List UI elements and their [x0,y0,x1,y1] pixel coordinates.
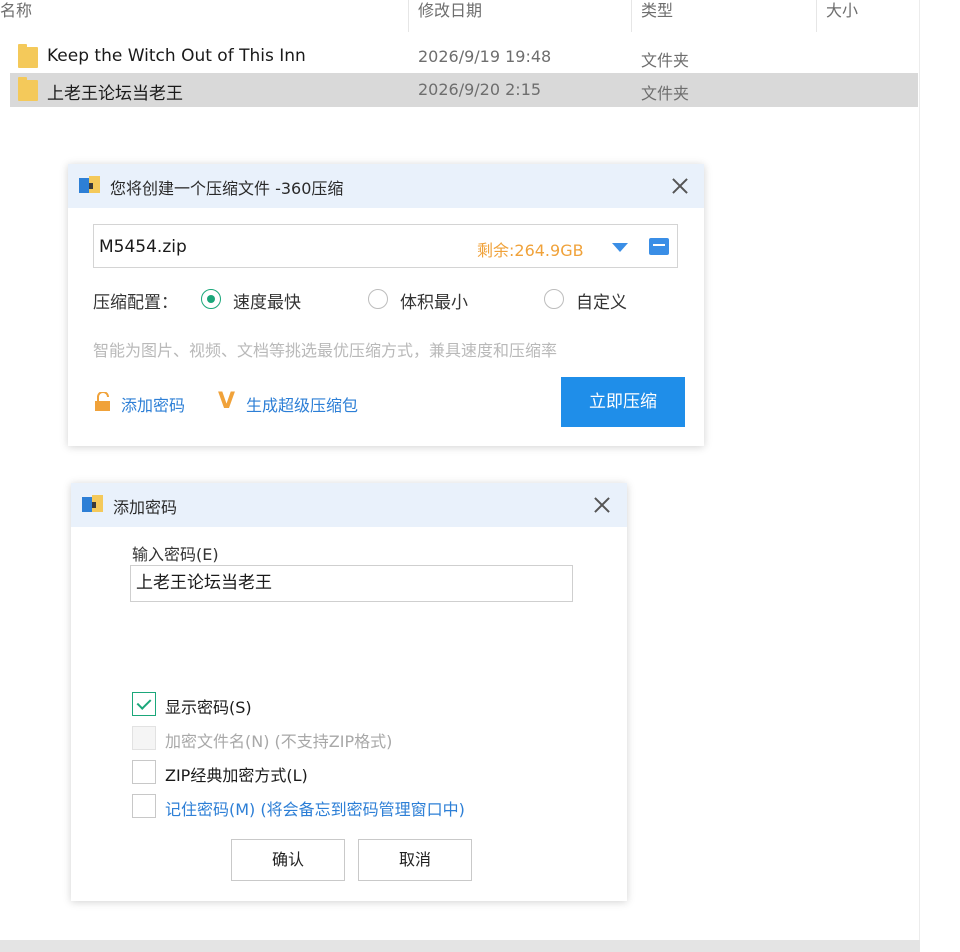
compress-config-label: 压缩配置： [93,293,178,313]
dialog-title: 添加密码 [113,498,178,517]
dropdown-arrow-icon[interactable] [612,243,628,252]
column-divider[interactable] [408,0,409,32]
lock-icon [95,392,110,411]
folder-icon [18,77,38,101]
radio-label: 速度最快 [233,293,301,313]
archive-filename[interactable]: M5454.zip [99,237,187,257]
super-package-label: 生成超级压缩包 [246,396,359,415]
checkbox-label: 记住密码(M) (将会备忘到密码管理窗口中) [165,800,465,819]
column-headers: 名称 修改日期 类型 大小 [0,0,920,32]
file-type: 文件夹 [641,84,690,103]
file-row[interactable]: Keep the Witch Out of This Inn 2026/9/19… [10,40,918,74]
file-modified: 2026/9/19 19:48 [418,47,552,66]
radio-button-selected[interactable] [201,289,221,309]
column-header-modified[interactable]: 修改日期 [418,0,482,22]
column-header-type[interactable]: 类型 [641,0,673,22]
checkmark-icon[interactable] [132,692,156,716]
add-password-label: 添加密码 [121,396,186,415]
radio-button[interactable] [368,289,388,309]
checkbox-box[interactable] [132,794,156,818]
file-name: Keep the Witch Out of This Inn [47,46,306,66]
file-type: 文件夹 [641,51,690,70]
file-row-selected[interactable]: 上老王论坛当老王 2026/9/20 2:15 文件夹 [10,73,918,107]
column-divider[interactable] [631,0,632,32]
checkbox-label: 显示密码(S) [165,698,252,717]
radio-label: 自定义 [576,293,627,313]
compress-dialog: 您将创建一个压缩文件 -360压缩 M5454.zip 剩余:264.9GB 压… [68,164,704,446]
dialog-title: 您将创建一个压缩文件 -360压缩 [110,179,344,198]
compress-now-button[interactable]: 立即压缩 [561,377,685,427]
archive-app-icon [82,495,103,512]
radio-label: 体积最小 [400,293,468,313]
horizontal-scrollbar[interactable] [0,940,920,952]
column-header-name[interactable]: 名称 [0,0,32,22]
dialog-title-bar[interactable]: 您将创建一个压缩文件 -360压缩 [68,164,704,208]
password-input[interactable]: 上老王论坛当老王 [130,565,573,602]
folder-icon [18,44,38,68]
checkbox-box-disabled [132,726,156,750]
file-name: 上老王论坛当老王 [47,84,183,104]
dialog-title-bar[interactable]: 添加密码 [71,483,627,527]
close-icon[interactable] [587,490,617,520]
browse-folder-icon[interactable] [649,238,669,255]
free-space-label: 剩余:264.9GB [477,241,584,260]
radio-button[interactable] [544,289,564,309]
vip-v-icon: V [218,389,236,414]
checkbox-label: 加密文件名(N) (不支持ZIP格式) [165,732,393,751]
checkbox-label: ZIP经典加密方式(L) [165,766,308,785]
password-input-label: 输入密码(E) [132,545,219,564]
pane-border [919,0,920,940]
cancel-button[interactable]: 取消 [358,839,472,881]
column-divider[interactable] [816,0,817,32]
file-modified: 2026/9/20 2:15 [418,80,542,99]
checkbox-box[interactable] [132,760,156,784]
confirm-button[interactable]: 确认 [231,839,345,881]
compress-hint: 智能为图片、视频、文档等挑选最优压缩方式，兼具速度和压缩率 [93,341,558,360]
archive-path-field[interactable]: M5454.zip 剩余:264.9GB [93,224,678,268]
close-icon[interactable] [665,171,695,201]
column-header-size[interactable]: 大小 [826,0,858,22]
add-password-dialog: 添加密码 输入密码(E) 上老王论坛当老王 显示密码(S) 加密文件名(N) (… [71,483,627,901]
archive-app-icon [79,176,100,193]
